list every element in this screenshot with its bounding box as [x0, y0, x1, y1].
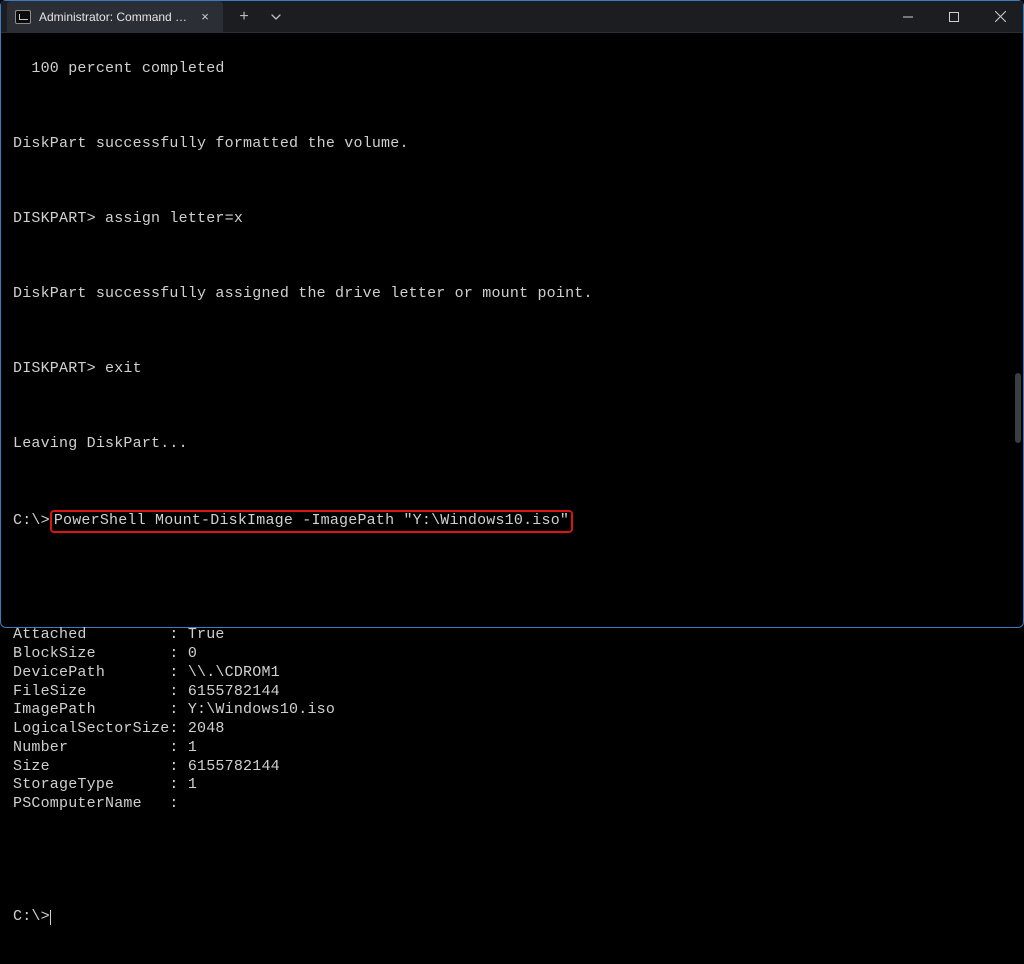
window-tab[interactable]: Administrator: Command Promp × — [7, 1, 223, 33]
scrollbar-thumb[interactable] — [1015, 373, 1021, 443]
command-text: exit — [105, 360, 142, 377]
output-row: Attached : True — [13, 626, 1011, 645]
terminal-line: C:\>PowerShell Mount-DiskImage -ImagePat… — [13, 510, 1011, 533]
cmd-icon — [15, 10, 31, 24]
output-row: DevicePath : \\.\CDROM1 — [13, 664, 1011, 683]
terminal-line: DiskPart successfully formatted the volu… — [13, 135, 1011, 154]
highlighted-command: PowerShell Mount-DiskImage -ImagePath "Y… — [50, 510, 573, 533]
output-row: LogicalSectorSize: 2048 — [13, 720, 1011, 739]
tab-title: Administrator: Command Promp — [39, 10, 189, 24]
tab-dropdown-button[interactable] — [267, 8, 285, 26]
terminal-line: DiskPart successfully assigned the drive… — [13, 285, 1011, 304]
tab-actions: + — [235, 8, 285, 26]
tab-close-button[interactable]: × — [197, 9, 213, 25]
titlebar: Administrator: Command Promp × + — [1, 1, 1023, 33]
command-text: assign letter=x — [105, 210, 243, 227]
terminal-area[interactable]: 100 percent completed DiskPart successfu… — [1, 33, 1023, 629]
cmd-prompt: C:\> — [13, 908, 50, 925]
minimize-button[interactable] — [885, 1, 931, 33]
terminal-line: Leaving DiskPart... — [13, 435, 1011, 454]
terminal-line: 100 percent completed — [13, 60, 1011, 79]
output-row: BlockSize : 0 — [13, 645, 1011, 664]
output-row: Size : 6155782144 — [13, 758, 1011, 777]
terminal-line: DISKPART> assign letter=x — [13, 210, 1011, 229]
terminal-line: DISKPART> exit — [13, 360, 1011, 379]
close-button[interactable] — [977, 1, 1023, 33]
diskpart-prompt: DISKPART> — [13, 210, 105, 227]
window-controls — [885, 1, 1023, 33]
output-row: StorageType : 1 — [13, 776, 1011, 795]
output-row: ImagePath : Y:\Windows10.iso — [13, 701, 1011, 720]
new-tab-button[interactable]: + — [235, 8, 253, 26]
output-row: Number : 1 — [13, 739, 1011, 758]
maximize-button[interactable] — [931, 1, 977, 33]
cursor — [50, 910, 51, 925]
output-block: Attached : TrueBlockSize : 0DevicePath :… — [13, 626, 1011, 814]
diskpart-prompt: DISKPART> — [13, 360, 105, 377]
cmd-prompt: C:\> — [13, 512, 50, 529]
output-row: PSComputerName : — [13, 795, 1011, 814]
output-row: FileSize : 6155782144 — [13, 683, 1011, 702]
terminal-line: C:\> — [13, 908, 1011, 927]
